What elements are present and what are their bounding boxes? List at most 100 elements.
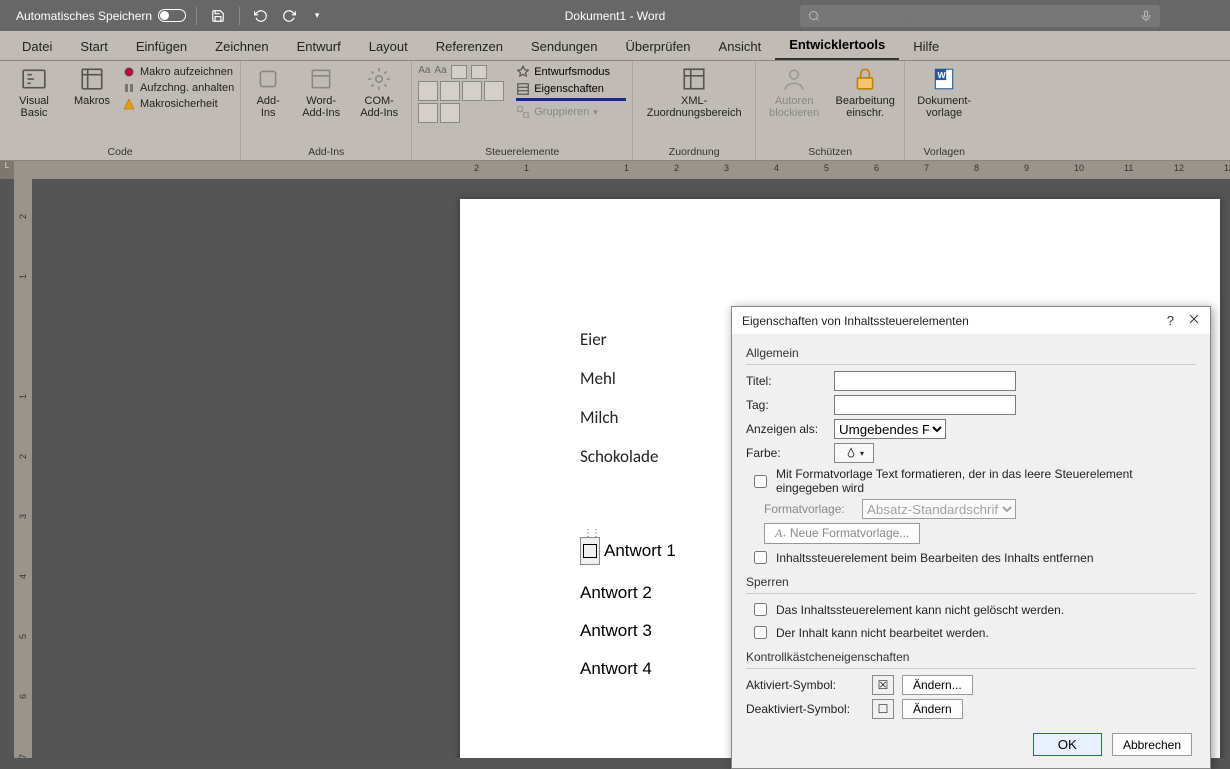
change-unchecked-button[interactable]: Ändern	[902, 699, 963, 719]
tab-zeichnen[interactable]: Zeichnen	[201, 33, 282, 60]
tab-entwicklertools[interactable]: Entwicklertools	[775, 31, 899, 60]
help-button[interactable]: ?	[1167, 313, 1174, 328]
makros-icon	[78, 65, 106, 93]
group-icon	[516, 105, 530, 119]
lock-icon	[851, 65, 879, 93]
tab-sendungen[interactable]: Sendungen	[517, 33, 612, 60]
new-style-button: A₊ Neue Formatvorlage...	[764, 523, 920, 544]
control-gallery-picture[interactable]	[451, 65, 467, 79]
checkbox-control[interactable]	[583, 544, 597, 558]
label-tag: Tag:	[746, 398, 826, 412]
tab-einfuegen[interactable]: Einfügen	[122, 33, 201, 60]
tab-referenzen[interactable]: Referenzen	[422, 33, 517, 60]
label-cannot-delete: Das Inhaltssteuerelement kann nicht gelö…	[776, 603, 1064, 617]
com-addins-button[interactable]: COM- Add-Ins	[353, 65, 405, 119]
warning-icon	[122, 97, 136, 111]
label-title: Titel:	[746, 374, 826, 388]
search-box[interactable]	[800, 5, 1160, 27]
svg-text:W: W	[938, 70, 947, 80]
cannot-delete-checkbox[interactable]	[754, 603, 767, 616]
ribbon-group-code: Visual Basic Makros Makro aufzeichnen Au…	[0, 61, 241, 160]
microphone-icon[interactable]	[1140, 10, 1152, 22]
tag-field[interactable]	[834, 395, 1016, 415]
visual-basic-icon	[20, 65, 48, 93]
tab-layout[interactable]: Layout	[355, 33, 422, 60]
cannot-edit-checkbox[interactable]	[754, 626, 767, 639]
makros-button[interactable]: Makros	[68, 65, 116, 107]
group-button[interactable]: Gruppieren ▾	[516, 105, 626, 119]
pause-recording-button[interactable]: Aufzchng. anhalten	[122, 81, 234, 95]
control-gallery-combobox[interactable]	[440, 81, 460, 101]
tab-start[interactable]: Start	[66, 33, 121, 60]
show-as-select[interactable]: Umgebendes Feld	[834, 419, 946, 439]
ribbon-group-mapping: XML- Zuordnungsbereich Zuordnung	[633, 61, 756, 160]
close-icon[interactable]	[1188, 313, 1200, 328]
checked-symbol-display: ☒	[872, 675, 894, 695]
style-select: Absatz-Standardschriftart	[862, 499, 1016, 519]
autosave-label: Automatisches Speichern	[16, 9, 152, 23]
design-mode-icon	[516, 65, 530, 79]
word-addins-icon	[307, 65, 335, 93]
tab-hilfe[interactable]: Hilfe	[899, 33, 953, 60]
document-template-button[interactable]: W Dokument- vorlage	[911, 65, 977, 119]
content-control-handle[interactable]	[580, 537, 600, 565]
addins-button[interactable]: Add- Ins	[247, 65, 289, 119]
label-style: Formatvorlage:	[764, 502, 854, 516]
change-checked-button[interactable]: Ändern...	[902, 675, 973, 695]
chevron-down-icon: ▾	[860, 449, 864, 458]
document-title: Dokument1 - Word	[565, 9, 665, 23]
control-gallery-legacy[interactable]	[440, 103, 460, 123]
design-mode-button[interactable]: Entwurfsmodus	[516, 65, 626, 79]
visual-basic-button[interactable]: Visual Basic	[6, 65, 62, 119]
chevron-down-icon: ▾	[593, 107, 598, 118]
undo-icon[interactable]	[250, 9, 272, 23]
properties-button[interactable]: Eigenschaften	[516, 82, 626, 96]
ribbon-group-controls: Aa Aa Ent	[412, 61, 633, 160]
com-addins-icon	[365, 65, 393, 93]
search-input[interactable]	[828, 8, 1132, 24]
use-style-checkbox[interactable]	[754, 475, 767, 488]
label-cannot-edit: Der Inhalt kann nicht bearbeitet werden.	[776, 626, 989, 640]
color-bucket-icon	[844, 446, 858, 460]
tab-ueberpruefen[interactable]: Überprüfen	[612, 33, 705, 60]
title-field[interactable]	[834, 371, 1016, 391]
label-color: Farbe:	[746, 446, 826, 460]
section-lock: Sperren	[746, 571, 1196, 594]
control-gallery-dropdown[interactable]	[462, 81, 482, 101]
control-gallery-date[interactable]	[484, 81, 504, 101]
pause-icon	[122, 81, 136, 95]
properties-icon	[516, 82, 530, 96]
cancel-button[interactable]: Abbrechen	[1112, 733, 1192, 756]
control-gallery-building-block[interactable]	[471, 65, 487, 79]
search-icon	[808, 10, 820, 22]
ruler-corner: L	[0, 161, 14, 179]
tab-datei[interactable]: Datei	[8, 33, 66, 60]
macro-security-button[interactable]: Makrosicherheit	[122, 97, 234, 111]
autosave-toggle[interactable]: Automatisches Speichern	[16, 9, 186, 23]
word-template-icon: W	[930, 65, 958, 93]
tab-entwurf[interactable]: Entwurf	[283, 33, 355, 60]
xml-mapping-icon	[680, 65, 708, 93]
record-macro-button[interactable]: Makro aufzeichnen	[122, 65, 234, 79]
color-picker-button[interactable]: ▾	[834, 443, 874, 463]
restrict-editing-button[interactable]: Bearbeitung einschr.	[832, 65, 898, 119]
save-icon[interactable]	[207, 9, 229, 23]
label-unchecked-symbol: Deaktiviert-Symbol:	[746, 702, 864, 716]
word-addins-button[interactable]: Word- Add-Ins	[295, 65, 347, 119]
control-gallery-checkbox[interactable]	[418, 81, 438, 101]
horizontal-ruler[interactable]: 2 1 1 2 3 4 5 6 7 8 9 10 11 12 13	[14, 161, 1230, 179]
control-gallery-rich-text[interactable]: Aa	[418, 65, 430, 79]
qat-dropdown-icon[interactable]: ▾	[306, 10, 328, 21]
tab-ansicht[interactable]: Ansicht	[705, 33, 776, 60]
control-gallery-repeating[interactable]	[418, 103, 438, 123]
vertical-ruler[interactable]: 2 1 1 2 3 4 5 6 7	[14, 179, 32, 758]
control-gallery-plain-text[interactable]: Aa	[434, 65, 446, 79]
redo-icon[interactable]	[278, 9, 300, 23]
content-control-properties-dialog: Eigenschaften von Inhaltssteuerelementen…	[731, 306, 1211, 769]
section-checkbox: Kontrollkästcheneigenschaften	[746, 646, 1196, 669]
block-authors-button[interactable]: Autoren blockieren	[762, 65, 826, 119]
ok-button[interactable]: OK	[1033, 733, 1102, 756]
remove-on-edit-checkbox[interactable]	[754, 551, 767, 564]
xml-mapping-button[interactable]: XML- Zuordnungsbereich	[639, 65, 749, 119]
label-show-as: Anzeigen als:	[746, 422, 826, 436]
